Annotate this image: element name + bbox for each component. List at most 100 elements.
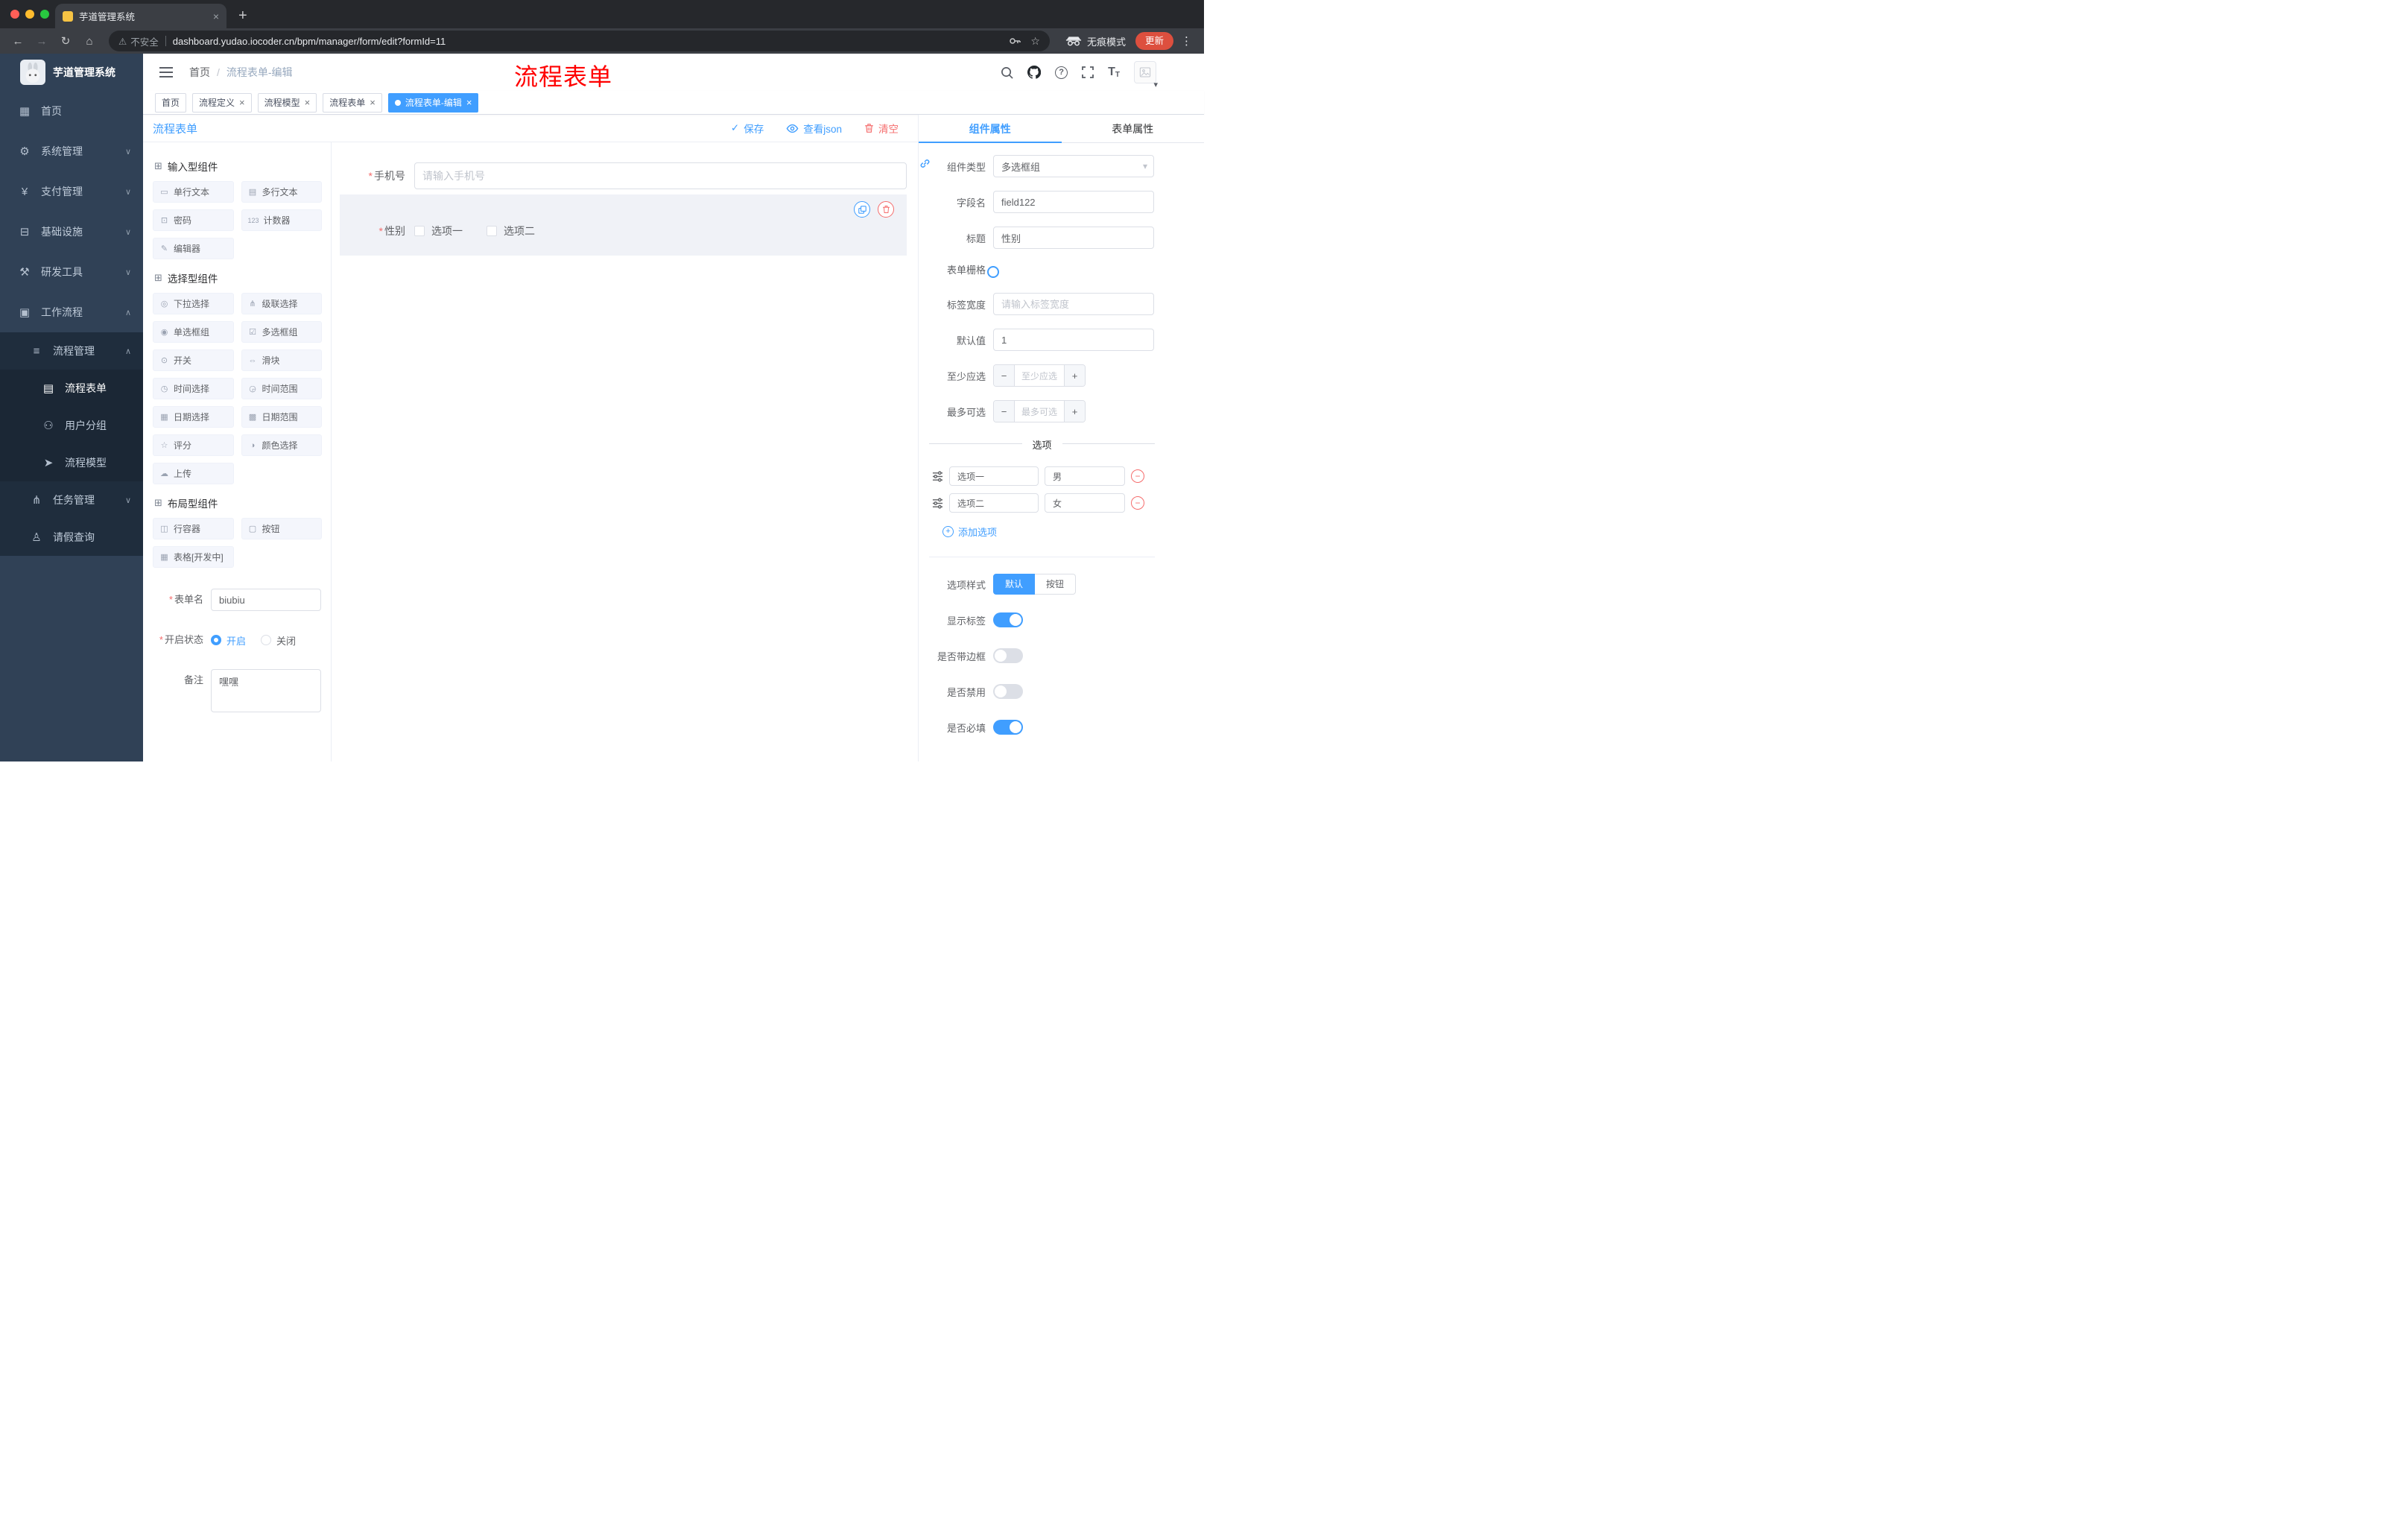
palette-item-editor[interactable]: ✎ 编辑器 (153, 238, 234, 259)
max-select-value[interactable]: 最多可选 (1015, 401, 1064, 422)
remove-option-icon[interactable]: − (1131, 469, 1144, 483)
delete-widget-button[interactable] (878, 201, 894, 218)
browser-tab[interactable]: 芋道管理系统 × (55, 4, 226, 28)
tag-close-icon[interactable]: × (370, 98, 376, 107)
palette-item-table[interactable]: ▦ 表格[开发中] (153, 546, 234, 568)
component-type-select[interactable] (993, 155, 1154, 177)
min-select-value[interactable]: 至少应选 (1015, 365, 1064, 386)
security-indicator[interactable]: ⚠ 不安全 (118, 34, 159, 48)
show-label-switch[interactable] (993, 612, 1023, 627)
reload-icon[interactable]: ↻ (55, 34, 76, 48)
palette-item-color-picker[interactable]: ◑ 颜色选择 (241, 434, 322, 456)
tag-close-icon[interactable]: × (305, 98, 311, 107)
canvas-widget-phone[interactable]: * 手机号 (340, 162, 907, 189)
tag-process-form-edit[interactable]: 流程表单-编辑 × (387, 92, 479, 113)
palette-item-button[interactable]: ▢ 按钮 (241, 518, 322, 539)
clear-button[interactable]: 清空 (864, 121, 899, 136)
increment-icon[interactable]: + (1064, 401, 1085, 422)
option-value-input[interactable] (1045, 493, 1125, 513)
palette-item-row-container[interactable]: ◫ 行容器 (153, 518, 234, 539)
github-icon[interactable] (1027, 66, 1042, 79)
sidebar-item-process-management[interactable]: ≡ 流程管理 ∧ (0, 332, 143, 370)
home-icon[interactable]: ⌂ (79, 35, 100, 48)
breadcrumb-home[interactable]: 首页 (189, 65, 210, 80)
tab-close-icon[interactable]: × (213, 10, 219, 22)
forward-icon[interactable]: → (31, 35, 52, 48)
form-name-input[interactable] (211, 589, 321, 611)
required-switch[interactable] (993, 720, 1023, 735)
tab-form-properties[interactable]: 表单属性 (1062, 115, 1205, 142)
sidebar-item-system-management[interactable]: ⚙ 系统管理 ∨ (0, 131, 143, 171)
bookmark-star-icon[interactable]: ☆ (1030, 35, 1040, 48)
add-option-button[interactable]: + 添加选项 (942, 525, 1155, 539)
decrement-icon[interactable]: − (994, 365, 1015, 386)
palette-item-time-picker[interactable]: ◷ 时间选择 (153, 378, 234, 399)
view-json-button[interactable]: 查看json (786, 121, 842, 136)
window-close-button[interactable] (10, 10, 19, 19)
with-border-switch[interactable] (993, 648, 1023, 663)
default-value-input[interactable] (993, 329, 1154, 351)
palette-item-upload[interactable]: ☁ 上传 (153, 463, 234, 484)
address-bar[interactable]: ⚠ 不安全 dashboard.yudao.iocoder.cn/bpm/man… (109, 31, 1050, 51)
app-logo[interactable]: 芋道管理系统 (0, 54, 143, 91)
tag-process-model[interactable]: 流程模型 × (257, 92, 317, 113)
search-icon[interactable] (1001, 66, 1013, 79)
label-width-input[interactable] (993, 293, 1154, 315)
phone-input[interactable] (414, 162, 907, 189)
sidebar-item-infrastructure[interactable]: ⊟ 基础设施 ∨ (0, 212, 143, 252)
sidebar-item-process-form[interactable]: ▤ 流程表单 (0, 370, 143, 407)
user-menu-caret-icon[interactable]: ▾ (1153, 80, 1158, 89)
fullscreen-icon[interactable] (1082, 66, 1094, 78)
palette-item-single-line-text[interactable]: ▭ 单行文本 (153, 181, 234, 203)
palette-item-password[interactable]: ⊡ 密码 (153, 209, 234, 231)
sidebar-toggle-icon[interactable] (159, 66, 173, 78)
browser-update-button[interactable]: 更新 (1135, 32, 1173, 50)
password-key-icon[interactable] (1009, 35, 1021, 47)
tag-close-icon[interactable]: × (466, 98, 472, 107)
url-text[interactable]: dashboard.yudao.iocoder.cn/bpm/manager/f… (173, 36, 1003, 47)
tab-component-properties[interactable]: 组件属性 (919, 115, 1062, 142)
status-radio-on[interactable]: 开启 (211, 633, 246, 647)
sidebar-item-home[interactable]: ▦ 首页 (0, 91, 143, 131)
option-style-button-button[interactable]: 按钮 (1035, 574, 1077, 595)
status-radio-off[interactable]: 关闭 (261, 633, 296, 647)
font-size-icon[interactable]: TT (1108, 66, 1120, 79)
increment-icon[interactable]: + (1064, 365, 1085, 386)
palette-item-cascader[interactable]: ⋔ 级联选择 (241, 293, 322, 314)
option-style-default-button[interactable]: 默认 (993, 574, 1036, 595)
back-icon[interactable]: ← (7, 35, 28, 48)
palette-item-time-range[interactable]: ◶ 时间范围 (241, 378, 322, 399)
canvas-widget-gender-selected[interactable]: * 性别 选项一 选项二 (340, 194, 907, 256)
help-icon[interactable]: ? (1055, 66, 1068, 79)
sidebar-item-payment-management[interactable]: ¥ 支付管理 ∨ (0, 171, 143, 212)
palette-item-multiline-text[interactable]: ▤ 多行文本 (241, 181, 322, 203)
link-icon[interactable] (919, 158, 931, 169)
option-value-input[interactable] (1045, 466, 1125, 486)
disabled-switch[interactable] (993, 684, 1023, 699)
slider-handle[interactable] (987, 265, 999, 278)
drag-handle-icon[interactable] (932, 470, 943, 482)
palette-item-date-range[interactable]: ▩ 日期范围 (241, 406, 322, 428)
sidebar-item-dev-tools[interactable]: ⚒ 研发工具 ∨ (0, 252, 143, 292)
sidebar-item-workflow[interactable]: ▣ 工作流程 ∧ (0, 292, 143, 332)
gender-option-1[interactable]: 选项一 (414, 224, 463, 238)
drag-handle-icon[interactable] (932, 497, 943, 509)
copy-widget-button[interactable] (854, 201, 870, 218)
palette-item-radio-group[interactable]: ◉ 单选框组 (153, 321, 234, 343)
tag-close-icon[interactable]: × (239, 98, 245, 107)
decrement-icon[interactable]: − (994, 401, 1015, 422)
title-input[interactable] (993, 227, 1154, 249)
window-minimize-button[interactable] (25, 10, 34, 19)
checkbox-icon[interactable] (487, 226, 497, 236)
tag-process-form[interactable]: 流程表单 × (323, 92, 382, 113)
palette-item-counter[interactable]: 123 计数器 (241, 209, 322, 231)
new-tab-button[interactable]: + (238, 7, 247, 25)
sidebar-item-leave-query[interactable]: ♙ 请假查询 (0, 519, 143, 556)
window-zoom-button[interactable] (40, 10, 49, 19)
palette-item-switch[interactable]: ⊙ 开关 (153, 349, 234, 371)
gender-option-2[interactable]: 选项二 (487, 224, 535, 238)
option-text-input[interactable] (949, 493, 1039, 513)
palette-item-slider[interactable]: ⇔ 滑块 (241, 349, 322, 371)
save-button[interactable]: ✓ 保存 (731, 121, 764, 136)
checkbox-icon[interactable] (414, 226, 425, 236)
